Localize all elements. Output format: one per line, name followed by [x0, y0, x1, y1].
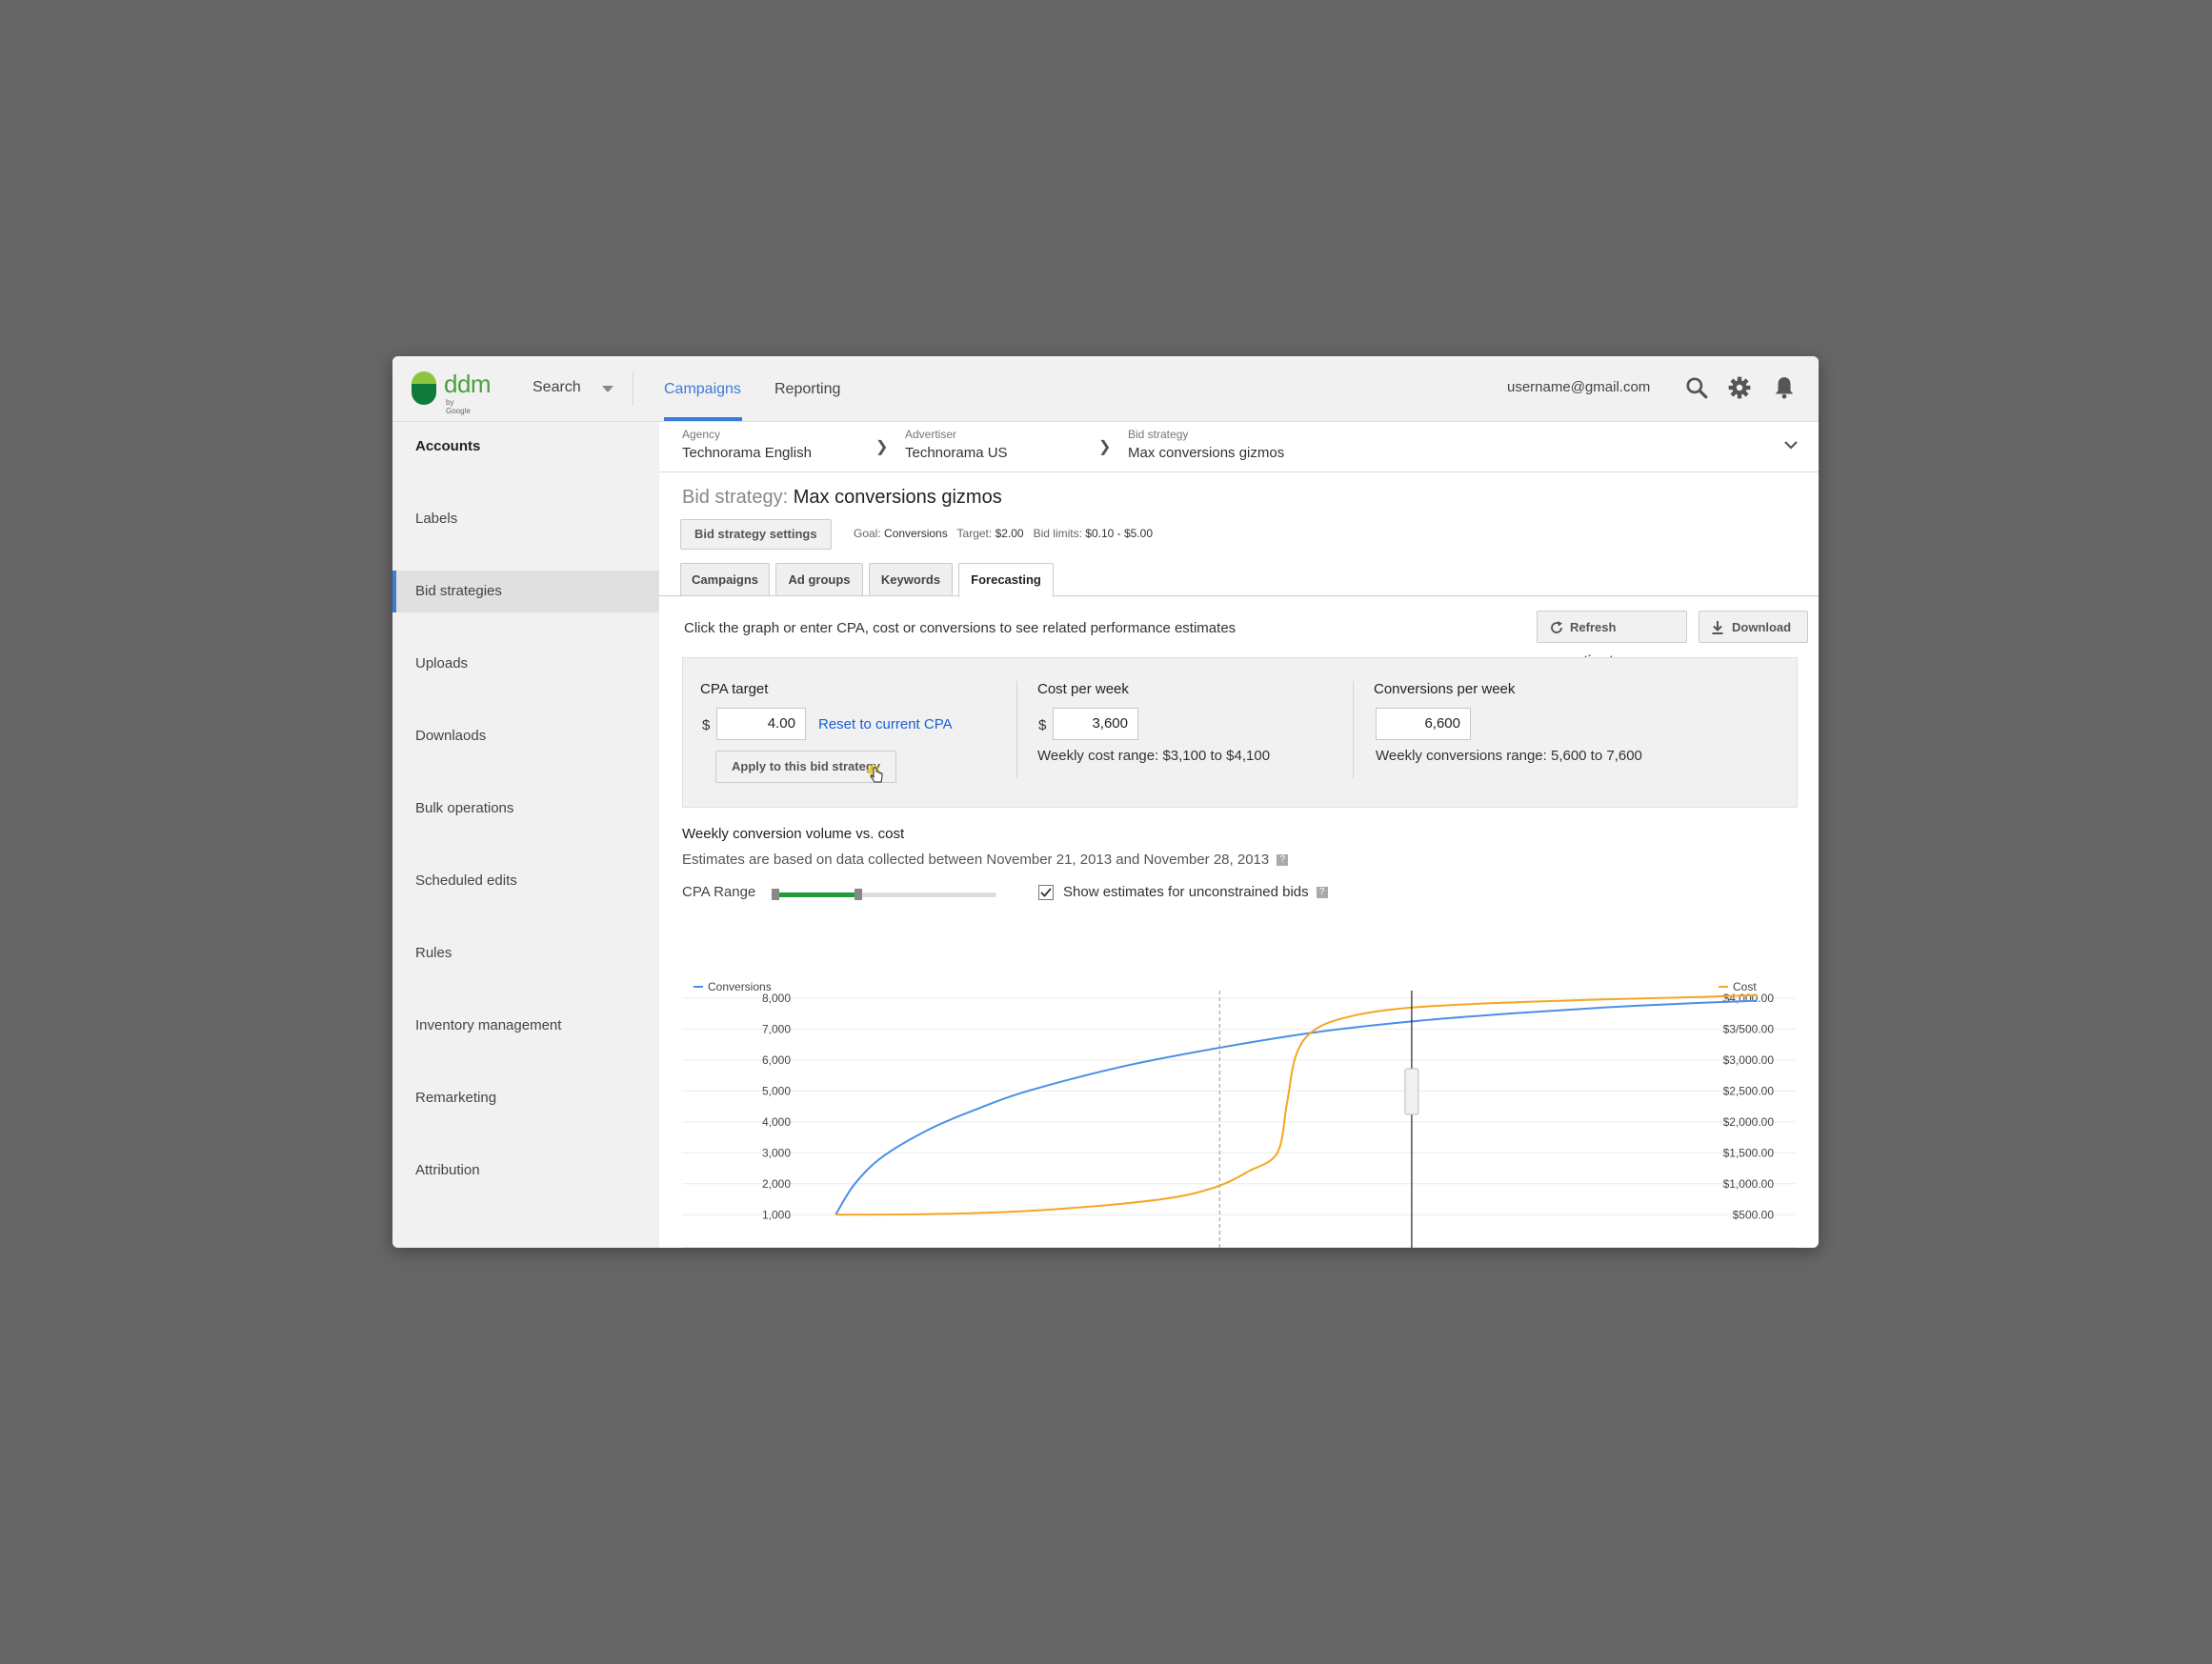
- sidebar-item-bulk-operations[interactable]: Bulk operations: [392, 788, 659, 830]
- nav-tab-campaigns[interactable]: Campaigns: [664, 381, 741, 398]
- y-left-tick-label: 8,000: [762, 992, 791, 1005]
- y-right-tick-label: $1,500.00: [1723, 1146, 1775, 1159]
- sidebar-item-inventory-management[interactable]: Inventory management: [392, 1005, 659, 1047]
- sidebar-item-accounts[interactable]: Accounts: [392, 426, 659, 468]
- sidebar-item-remarketing[interactable]: Remarketing: [392, 1077, 659, 1119]
- user-email[interactable]: username@gmail.com: [1507, 379, 1650, 395]
- sidebar-item-labels[interactable]: Labels: [392, 498, 659, 540]
- search-icon[interactable]: [1684, 375, 1709, 400]
- y-right-tick-label: $500.00: [1733, 1208, 1775, 1221]
- legend-label-cost: Cost: [1733, 980, 1757, 993]
- sidebar-item-downloads[interactable]: Downlaods: [392, 715, 659, 757]
- bell-icon[interactable]: [1772, 375, 1797, 400]
- gear-icon[interactable]: [1727, 375, 1752, 400]
- series-line-cost: [835, 993, 1758, 1216]
- app-window: ddm by Google Search Campaigns Reporting…: [392, 356, 1819, 1248]
- y-right-tick-label: $2,500.00: [1723, 1084, 1775, 1097]
- y-left-tick-label: 7,000: [762, 1022, 791, 1035]
- nav-tab-reporting[interactable]: Reporting: [774, 381, 840, 398]
- sidebar-item-attribution[interactable]: Attribution: [392, 1150, 659, 1192]
- forecast-chart[interactable]: 1,000 2,000 3,000 4,000 5,000 6,000 7,000 8,000…: [659, 422, 1819, 1248]
- sidebar-item-scheduled-edits[interactable]: Scheduled edits: [392, 860, 659, 902]
- y-right-tick-label: $2,000.00: [1723, 1115, 1775, 1129]
- logo-subtext: by Google: [446, 398, 471, 415]
- y-left-tick-label: 3,000: [762, 1146, 791, 1159]
- y-right-tick-label: $3,000.00: [1723, 1053, 1775, 1067]
- main-content: Agency Technorama English ❯ Advertiser T…: [659, 422, 1819, 1248]
- series-line-conversions: [835, 999, 1758, 1215]
- selected-cpa-handle[interactable]: [1404, 1068, 1419, 1115]
- active-tab-indicator: [664, 417, 742, 421]
- sidebar-item-uploads[interactable]: Uploads: [392, 643, 659, 685]
- y-left-tick-label: 4,000: [762, 1115, 791, 1129]
- y-left-tick-label: 1,000: [762, 1208, 791, 1221]
- ddm-logo[interactable]: ddm by Google: [412, 370, 492, 415]
- sidebar-item-rules[interactable]: Rules: [392, 932, 659, 974]
- y-left-tick-label: 6,000: [762, 1053, 791, 1067]
- y-left-tick-label: 5,000: [762, 1084, 791, 1097]
- sidebar: Accounts Labels Bid strategies Uploads D…: [392, 422, 659, 1248]
- y-right-tick-label: $1,000.00: [1723, 1177, 1775, 1191]
- legend-label-conversions: Conversions: [708, 980, 772, 993]
- logo-text: ddm: [444, 370, 492, 398]
- y-left-tick-label: 2,000: [762, 1177, 791, 1191]
- y-right-tick-label: $3/500.00: [1723, 1022, 1775, 1035]
- y-right-tick-label: $4,000.00: [1723, 992, 1775, 1005]
- sidebar-item-bid-strategies[interactable]: Bid strategies: [392, 571, 659, 612]
- chevron-down-icon[interactable]: [602, 386, 613, 392]
- search-dropdown[interactable]: Search: [533, 379, 581, 396]
- top-bar: ddm by Google Search Campaigns Reporting…: [392, 356, 1819, 422]
